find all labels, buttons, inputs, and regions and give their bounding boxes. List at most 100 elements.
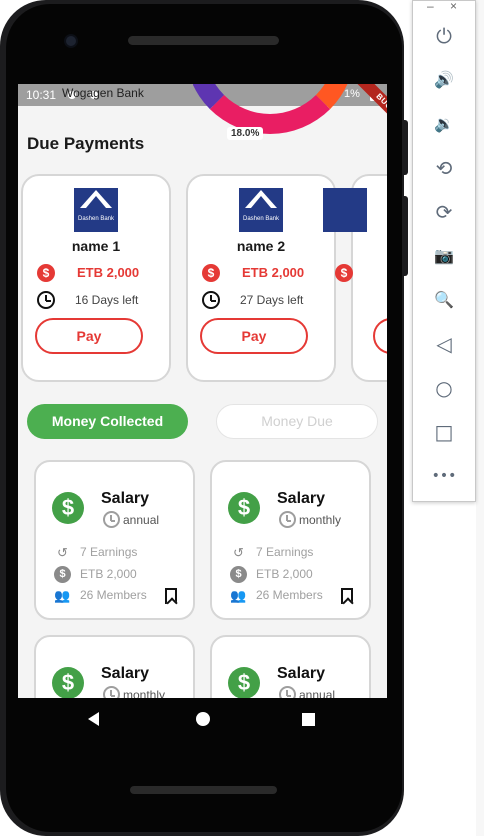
volume-button — [403, 120, 408, 175]
app-title: Wogagen Bank — [62, 86, 144, 100]
home-icon[interactable]: ○ — [426, 373, 462, 403]
tab-money-due[interactable]: Money Due — [216, 404, 378, 439]
minimize-button[interactable]: – — [427, 0, 434, 13]
amount-row: $ ETB 2,000 — [37, 264, 167, 282]
tab-money-collected[interactable]: Money Collected — [27, 404, 188, 439]
dollar-icon: $ — [37, 264, 55, 282]
collection-card[interactable]: $ Salary monthly ↺ 7 Earnings $ ETB 2,00… — [210, 460, 371, 620]
dollar-icon: $ — [228, 492, 260, 524]
back-icon[interactable]: ◁ — [426, 329, 462, 359]
collection-frequency: annual — [123, 513, 160, 527]
section-title-due-payments: Due Payments — [27, 134, 145, 153]
collection-card[interactable]: $ Salary monthly — [34, 635, 195, 698]
collection-title: Salary — [277, 665, 326, 682]
amount-row: $ ETB 2,000 — [54, 566, 184, 583]
volume-up-icon[interactable]: 🔊 — [426, 65, 462, 95]
bookmark-icon[interactable] — [165, 588, 177, 604]
camera-icon[interactable]: 📷 — [426, 241, 462, 271]
nav-back-button[interactable] — [88, 712, 99, 726]
bank-logo — [323, 188, 367, 232]
dollar-icon: $ — [52, 492, 84, 524]
nav-recents-button[interactable] — [302, 713, 315, 726]
members-text: 26 Members — [80, 588, 147, 602]
amount-text: ETB 2,000 — [242, 265, 305, 280]
bank-logo-text: Dashen Bank — [77, 216, 115, 222]
dollar-icon: $ — [230, 566, 247, 583]
amount-text: ETB 2,000 — [256, 567, 313, 581]
history-icon: ↺ — [233, 545, 244, 560]
pie-chart-arc — [193, 84, 353, 134]
bank-logo-text: Dashen Bank — [242, 216, 280, 222]
due-payment-card-partial[interactable]: $ — [323, 174, 387, 382]
days-left-row: 27 Days left — [202, 291, 332, 309]
amount-row: $ — [335, 264, 387, 282]
collection-frequency: monthly — [299, 513, 342, 527]
more-icon[interactable]: ••• — [426, 461, 462, 491]
earnings-row: ↺ 7 Earnings — [54, 544, 184, 560]
collection-frequency: monthly — [123, 688, 166, 698]
volume-down-icon[interactable]: 🔉 — [426, 109, 462, 139]
card-name: name 2 — [236, 238, 286, 254]
group-icon: 👥 — [230, 588, 247, 603]
amount-row: $ ETB 2,000 — [230, 566, 360, 583]
power-button — [403, 196, 408, 276]
rotate-right-icon[interactable]: ⟳ — [426, 197, 462, 227]
collection-title: Salary — [101, 665, 150, 682]
pay-button[interactable]: Pay — [200, 318, 308, 354]
stage: 10:31 Wogagen Bank 1% 18.0% BUG Due Paym… — [0, 0, 484, 836]
chin-grille — [130, 786, 277, 794]
pie-chart-label: 18.0% — [227, 127, 264, 140]
collection-title: Salary — [277, 490, 326, 507]
bank-logo: Dashen Bank — [74, 188, 118, 232]
amount-text: ETB 2,000 — [80, 567, 137, 581]
camera-icon — [64, 34, 78, 48]
collection-card[interactable]: $ Salary annual — [210, 635, 371, 698]
days-left-text: 27 Days left — [240, 293, 304, 307]
collection-frequency: annual — [299, 688, 336, 698]
bank-logo: Dashen Bank — [239, 188, 283, 232]
clock-icon — [103, 511, 120, 528]
bank-logo-roof-inner — [86, 196, 106, 208]
dollar-icon: $ — [335, 264, 353, 282]
power-icon[interactable]: ⏻ — [426, 21, 462, 51]
clock-icon — [103, 686, 120, 698]
card-name: name 1 — [71, 238, 121, 254]
rotate-left-icon[interactable]: ⟲ — [426, 153, 462, 183]
collection-title: Salary — [101, 490, 150, 507]
emulator-toolbar: – × ⏻ 🔊 🔉 ⟲ ⟳ 📷 🔍 ◁ ○ □ ••• — [412, 0, 476, 502]
desktop-background — [476, 0, 484, 836]
clock-icon — [279, 511, 296, 528]
clock-icon — [202, 291, 220, 309]
dollar-icon: $ — [52, 667, 84, 698]
clock-icon — [279, 686, 296, 698]
days-left-row: 16 Days left — [37, 291, 167, 309]
speaker-grille — [128, 36, 279, 45]
close-button[interactable]: × — [450, 0, 457, 13]
pay-button[interactable]: Pay — [35, 318, 143, 354]
app-screen: 10:31 Wogagen Bank 1% 18.0% BUG Due Paym… — [18, 84, 387, 698]
members-text: 26 Members — [256, 588, 323, 602]
history-icon: ↺ — [57, 545, 68, 560]
dollar-icon: $ — [54, 566, 71, 583]
group-icon: 👥 — [54, 588, 71, 603]
bank-logo-roof-inner — [251, 196, 271, 208]
days-left-text: 16 Days left — [75, 293, 139, 307]
overview-icon[interactable]: □ — [426, 417, 462, 447]
amount-row: $ ETB 2,000 — [202, 264, 332, 282]
earnings-text: 7 Earnings — [80, 545, 138, 559]
zoom-icon[interactable]: 🔍 — [426, 285, 462, 315]
due-payment-card[interactable]: Dashen Bank name 1 $ ETB 2,000 16 Days l… — [21, 174, 171, 382]
dollar-icon: $ — [202, 264, 220, 282]
clock-icon — [37, 291, 55, 309]
dollar-icon: $ — [228, 667, 260, 698]
due-payment-card[interactable]: Dashen Bank name 2 $ ETB 2,000 27 Days l… — [186, 174, 336, 382]
collection-card[interactable]: $ Salary annual ↺ 7 Earnings $ ETB 2,000… — [34, 460, 195, 620]
earnings-row: ↺ 7 Earnings — [230, 544, 360, 560]
earnings-text: 7 Earnings — [256, 545, 314, 559]
pie-chart-fragment — [193, 84, 353, 136]
nav-home-button[interactable] — [196, 712, 210, 726]
bookmark-icon[interactable] — [341, 588, 353, 604]
pay-button[interactable] — [373, 318, 387, 354]
amount-text: ETB 2,000 — [77, 265, 140, 280]
status-time: 10:31 — [26, 88, 57, 102]
